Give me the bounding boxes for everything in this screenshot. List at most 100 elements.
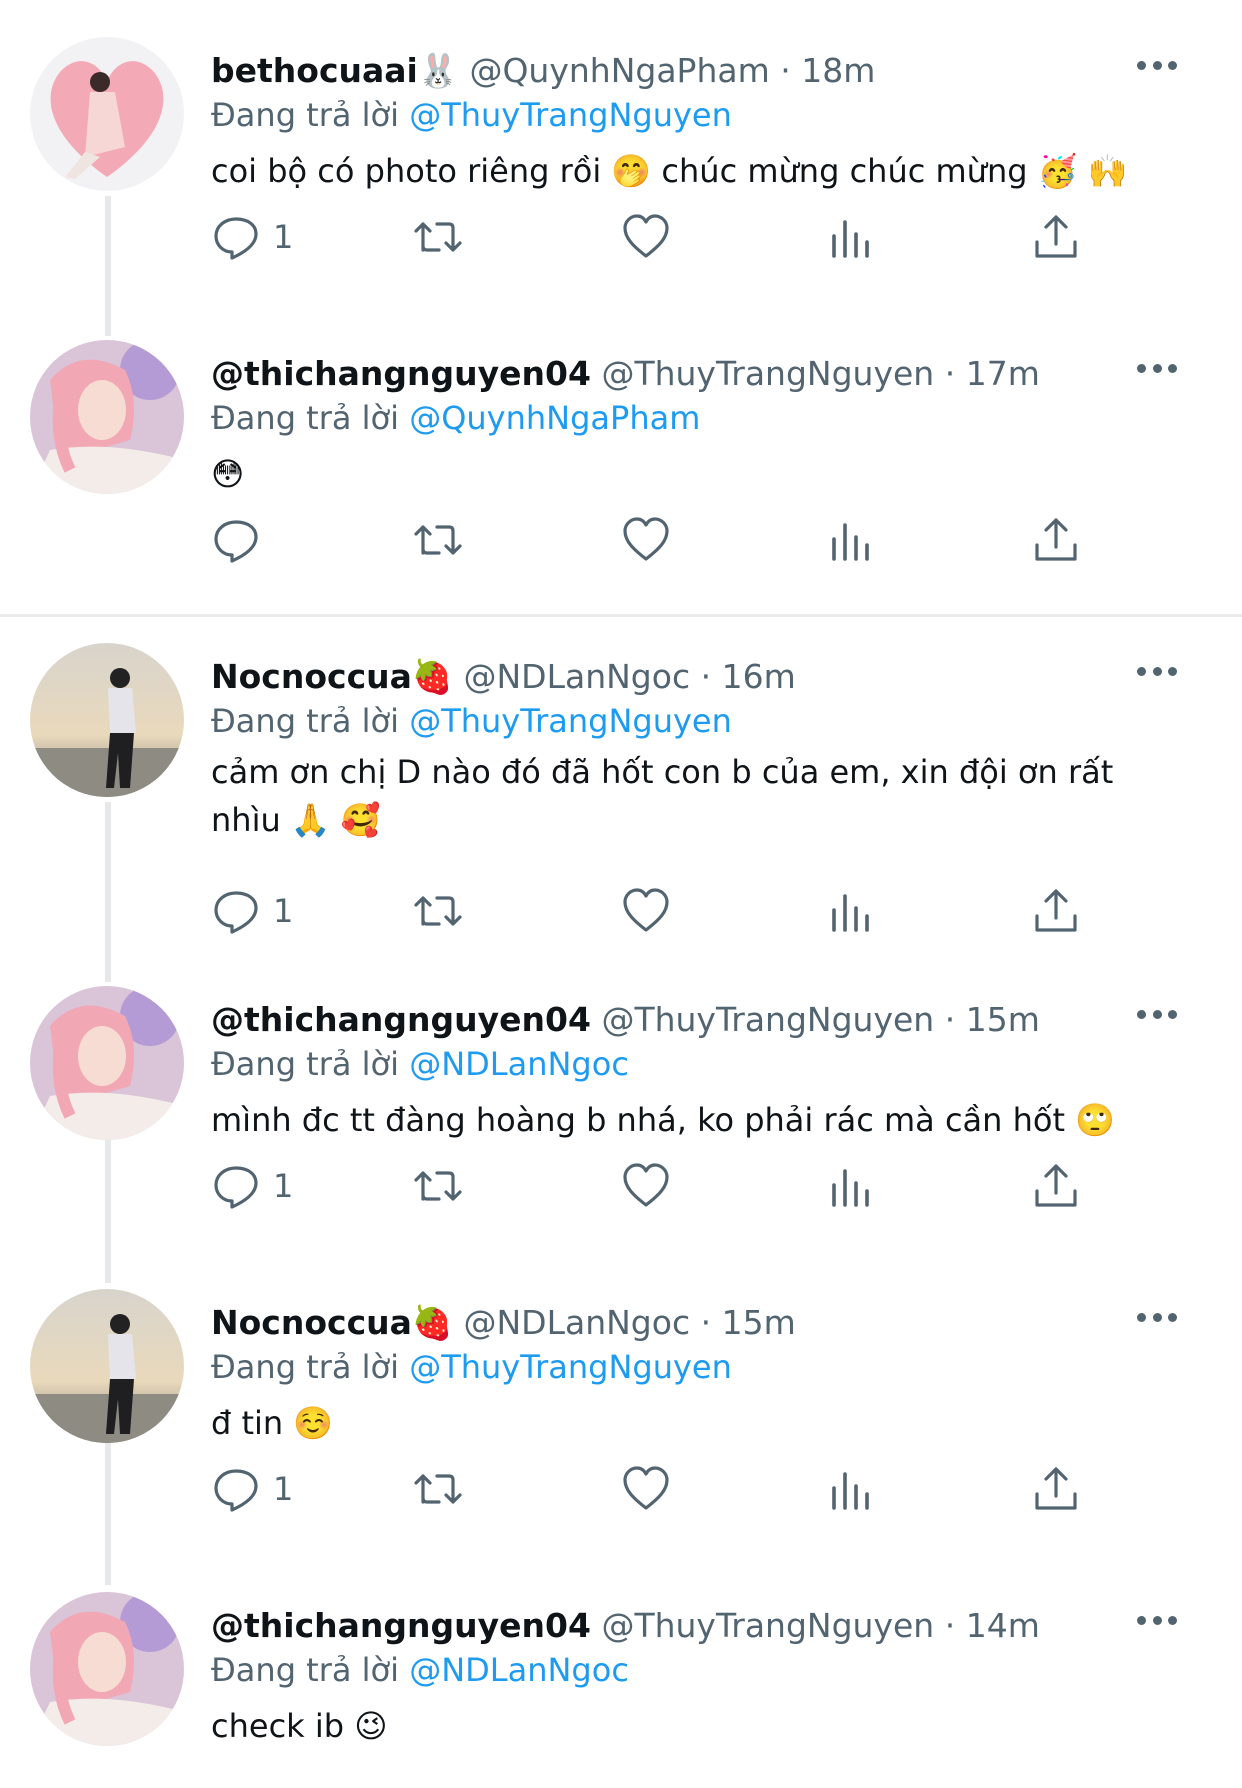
- reply-button[interactable]: 1: [211, 1161, 293, 1211]
- retweet-icon: [414, 896, 462, 926]
- more-icon[interactable]: [1137, 59, 1177, 71]
- display-name[interactable]: bethocuaai: [211, 51, 418, 90]
- handle[interactable]: @QuynhNgaPham: [469, 51, 769, 90]
- share-button[interactable]: [1031, 1161, 1081, 1211]
- views-button[interactable]: [826, 212, 876, 262]
- share-button[interactable]: [1031, 1464, 1081, 1514]
- tweet[interactable]: Nocnoccua🍓 @NDLanNgoc · 15m Đang trả lời…: [0, 1289, 1242, 1589]
- tweet-text: cảm ơn chị D nào đó đã hốt con b của em,…: [211, 753, 1114, 839]
- views-button[interactable]: [826, 1464, 876, 1514]
- reply-count: 1: [273, 218, 294, 256]
- replying-label: Đang trả lời: [211, 702, 400, 740]
- avatar-image: [30, 1592, 184, 1746]
- retweet-button[interactable]: [413, 1161, 463, 1211]
- tweet[interactable]: @thichangnguyen04 @ThuyTrangNguyen · 17m…: [0, 340, 1242, 640]
- timestamp[interactable]: · 15m: [701, 1303, 796, 1342]
- views-icon: [832, 1169, 869, 1207]
- handle[interactable]: @NDLanNgoc: [464, 657, 691, 696]
- like-button[interactable]: [621, 1464, 671, 1514]
- tweet[interactable]: Nocnoccua🍓 @NDLanNgoc · 16m Đang trả lời…: [0, 643, 1242, 943]
- more-icon[interactable]: [1137, 362, 1177, 374]
- like-button[interactable]: [621, 886, 671, 936]
- display-name[interactable]: Nocnoccua: [211, 657, 412, 696]
- timestamp[interactable]: · 15m: [945, 1000, 1040, 1039]
- tweet-header: @thichangnguyen04 @ThuyTrangNguyen · 15m: [211, 996, 1141, 1044]
- more-icon[interactable]: [1137, 1008, 1177, 1020]
- retweet-button[interactable]: [413, 886, 463, 936]
- avatar[interactable]: [30, 340, 184, 494]
- tweet[interactable]: @thichangnguyen04 @ThuyTrangNguyen · 14m…: [0, 1592, 1242, 1788]
- replying-to: Đang trả lời @NDLanNgoc: [211, 1648, 629, 1692]
- timestamp[interactable]: · 18m: [780, 51, 875, 90]
- replying-to: Đang trả lời @NDLanNgoc: [211, 1042, 629, 1086]
- timestamp[interactable]: · 14m: [945, 1606, 1040, 1645]
- reply-count: 1: [273, 892, 294, 930]
- retweet-button[interactable]: [413, 1464, 463, 1514]
- reply-icon: [214, 217, 258, 260]
- retweet-icon: [414, 525, 462, 555]
- tweet[interactable]: bethocuaai🐰 @QuynhNgaPham · 18m Đang trả…: [0, 37, 1242, 337]
- replying-label: Đang trả lời: [211, 1651, 400, 1689]
- reply-count: 1: [273, 1167, 294, 1205]
- like-button[interactable]: [621, 1161, 671, 1211]
- action-bar: [211, 515, 1111, 575]
- avatar[interactable]: [30, 37, 184, 191]
- more-icon[interactable]: [1137, 1614, 1177, 1626]
- avatar[interactable]: [30, 986, 184, 1140]
- views-button[interactable]: [826, 886, 876, 936]
- avatar[interactable]: [30, 643, 184, 797]
- handle[interactable]: @ThuyTrangNguyen: [601, 354, 934, 393]
- name-emoji: 🍓: [411, 1303, 453, 1342]
- handle[interactable]: @NDLanNgoc: [464, 1303, 691, 1342]
- views-button[interactable]: [826, 515, 876, 565]
- tweet-text: đ tin ☺️: [211, 1404, 334, 1442]
- like-button[interactable]: [621, 515, 671, 565]
- more-icon[interactable]: [1137, 665, 1177, 677]
- handle[interactable]: @ThuyTrangNguyen: [601, 1606, 934, 1645]
- views-icon: [832, 894, 869, 932]
- reply-button[interactable]: 1: [211, 212, 293, 262]
- reply-button[interactable]: [211, 515, 273, 565]
- reply-button[interactable]: 1: [211, 1464, 293, 1514]
- mention-link[interactable]: @ThuyTrangNguyen: [409, 702, 732, 740]
- avatar[interactable]: [30, 1592, 184, 1746]
- tweet-text: check ib 😉: [211, 1707, 388, 1745]
- share-button[interactable]: [1031, 886, 1081, 936]
- heart-icon: [623, 888, 669, 932]
- avatar-image: [30, 1289, 184, 1443]
- mention-link[interactable]: @NDLanNgoc: [409, 1651, 629, 1689]
- mention-link[interactable]: @ThuyTrangNguyen: [409, 96, 732, 134]
- avatar[interactable]: [30, 1289, 184, 1443]
- display-name[interactable]: @thichangnguyen04: [211, 1606, 591, 1645]
- mention-link[interactable]: @ThuyTrangNguyen: [409, 1348, 732, 1386]
- tweet-text: coi bộ có photo riêng rồi 🤭 chúc mừng ch…: [211, 152, 1128, 190]
- mention-link[interactable]: @QuynhNgaPham: [409, 399, 700, 437]
- replying-to: Đang trả lời @QuynhNgaPham: [211, 396, 700, 440]
- heart-icon: [623, 214, 669, 258]
- display-name[interactable]: Nocnoccua: [211, 1303, 412, 1342]
- display-name[interactable]: @thichangnguyen04: [211, 1000, 591, 1039]
- retweet-button[interactable]: [413, 212, 463, 262]
- more-icon[interactable]: [1137, 1311, 1177, 1323]
- retweet-button[interactable]: [413, 515, 463, 565]
- replying-to: Đang trả lời @ThuyTrangNguyen: [211, 699, 732, 743]
- replying-label: Đang trả lời: [211, 1348, 400, 1386]
- mention-link[interactable]: @NDLanNgoc: [409, 1045, 629, 1083]
- display-name[interactable]: @thichangnguyen04: [211, 354, 591, 393]
- timestamp[interactable]: · 17m: [945, 354, 1040, 393]
- reply-count: 1: [273, 1470, 294, 1508]
- avatar-image: [30, 37, 184, 191]
- like-button[interactable]: [621, 212, 671, 262]
- views-button[interactable]: [826, 1161, 876, 1211]
- reply-button[interactable]: 1: [211, 886, 293, 936]
- timestamp[interactable]: · 16m: [701, 657, 796, 696]
- replying-to: Đang trả lời @ThuyTrangNguyen: [211, 93, 732, 137]
- handle[interactable]: @ThuyTrangNguyen: [601, 1000, 934, 1039]
- tweet-header: Nocnoccua🍓 @NDLanNgoc · 16m: [211, 653, 1141, 701]
- views-icon: [832, 523, 869, 561]
- tweet[interactable]: @thichangnguyen04 @ThuyTrangNguyen · 15m…: [0, 986, 1242, 1286]
- name-emoji: 🐰: [417, 51, 459, 90]
- share-button[interactable]: [1031, 515, 1081, 565]
- share-button[interactable]: [1031, 212, 1081, 262]
- tweet-text: 😳: [211, 455, 245, 493]
